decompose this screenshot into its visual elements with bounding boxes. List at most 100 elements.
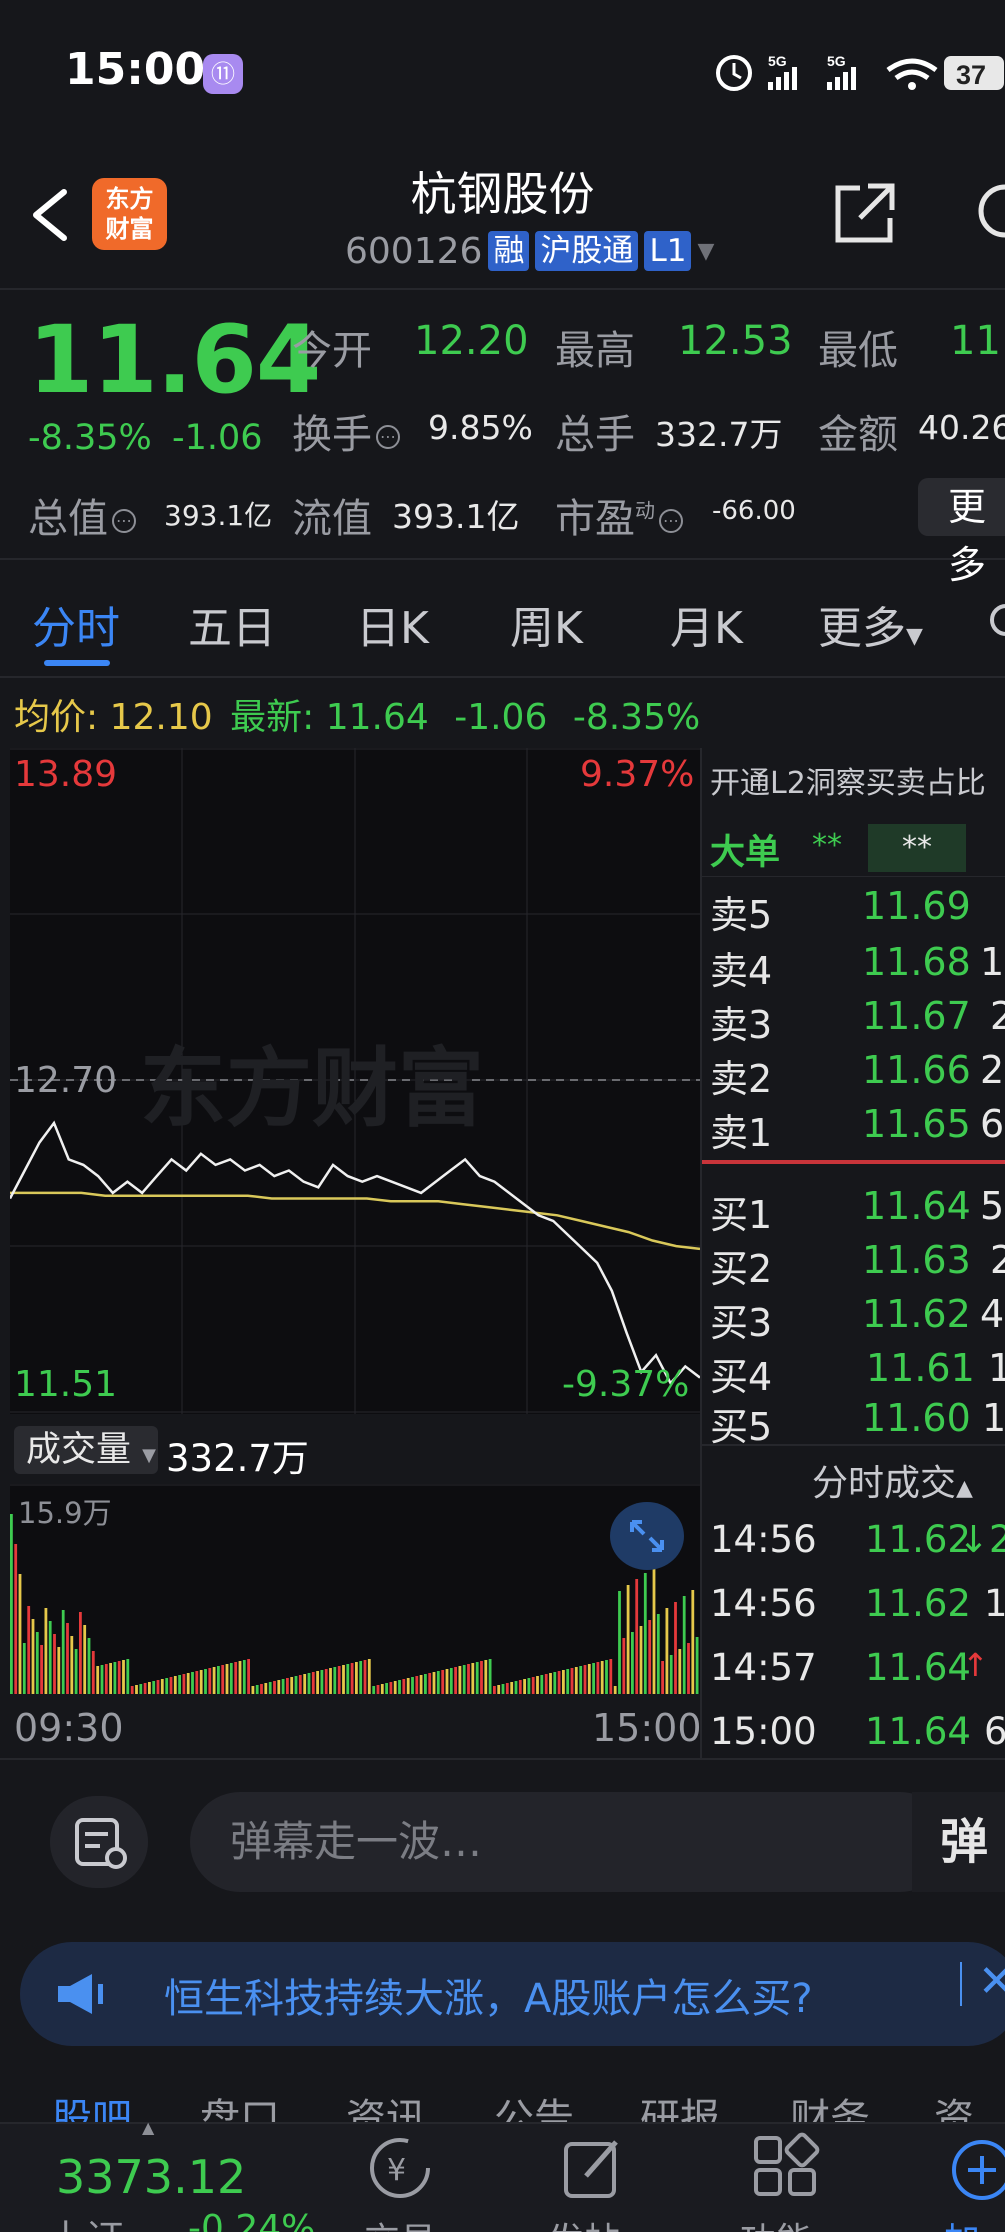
volume-bar: [596, 1662, 600, 1694]
volume-bar: [10, 1514, 13, 1694]
divider: [0, 676, 1005, 678]
volume-bar: [691, 1590, 695, 1694]
ad-text[interactable]: 恒生科技持续大涨，A股账户怎么买?: [164, 1966, 813, 2024]
volume-bar: [445, 1669, 449, 1694]
volume-bar: [35, 1632, 39, 1694]
index-percent: -0.24%: [188, 2208, 316, 2232]
volume-bar: [333, 1667, 337, 1694]
bid-4-price: 11.61: [866, 1346, 975, 1390]
volume-bar: [126, 1659, 130, 1694]
post-icon[interactable]: [556, 2132, 632, 2208]
volume-bar: [169, 1677, 173, 1694]
volume-bar: [583, 1665, 587, 1694]
volume-bar: [549, 1673, 552, 1694]
more-quote-button[interactable]: 更多: [918, 478, 1005, 587]
ask-1: 卖1: [710, 1111, 773, 1155]
nav-add-label[interactable]: 加自: [944, 2212, 1005, 2232]
index-value[interactable]: 3373.12: [56, 2150, 246, 2204]
volume-bar: [87, 1638, 91, 1694]
tab-monthly-k[interactable]: 月K: [670, 592, 743, 656]
volume-bar: [462, 1665, 466, 1694]
volume-bar: [372, 1686, 376, 1694]
volume-bar: [579, 1666, 583, 1694]
volume-bar: [540, 1675, 544, 1694]
volume-bar: [454, 1667, 457, 1694]
volume-bar: [307, 1673, 311, 1694]
tab-weekly-k[interactable]: 周K: [510, 592, 583, 656]
spread-divider: [700, 1160, 1005, 1164]
l2-promo-link[interactable]: 开通L2洞察买卖占比: [710, 758, 986, 802]
expand-icon[interactable]: [610, 1502, 684, 1570]
volume-bar: [221, 1665, 225, 1694]
trade-icon[interactable]: ¥: [362, 2132, 438, 2208]
time-start: 09:30: [14, 1706, 124, 1750]
volume-bar: [544, 1674, 548, 1694]
close-icon[interactable]: ✕: [978, 1956, 1005, 2007]
functions-icon[interactable]: [748, 2132, 824, 2208]
danmaku-input[interactable]: 弹幕走一波…: [190, 1792, 950, 1892]
ask-4-price: 11.68: [862, 940, 971, 984]
tab-more[interactable]: 更多▼: [818, 592, 923, 656]
stock-code-row[interactable]: 600126 融 沪股通 L1 ▼: [345, 228, 714, 274]
tab-underline: [44, 660, 110, 666]
volume-bar: [178, 1675, 181, 1694]
volume-bar: [294, 1676, 298, 1694]
volume-bar: [117, 1661, 121, 1694]
volume-bar: [376, 1685, 380, 1694]
latest-change: -1.06: [454, 697, 548, 738]
volume-bar: [18, 1574, 22, 1694]
volume-bar: [31, 1619, 35, 1694]
volume-bar: [96, 1666, 100, 1694]
ask-3: 卖3: [710, 1003, 773, 1047]
volume-bar: [406, 1678, 410, 1694]
volume-bar: [639, 1626, 643, 1694]
volume-bar: [402, 1679, 406, 1694]
trade-vol: ↑: [962, 1646, 989, 1684]
share-icon[interactable]: [830, 178, 900, 248]
volume-bar: [652, 1567, 656, 1694]
volume-bar: [173, 1676, 177, 1694]
add-watchlist-icon[interactable]: [944, 2132, 1005, 2208]
bid-2-price: 11.63: [862, 1238, 971, 1282]
volume-bar: [165, 1678, 169, 1694]
wifi-icon: [886, 58, 938, 73]
tab-5day[interactable]: 五日: [188, 592, 276, 656]
volume-bar: [286, 1678, 289, 1694]
volume-bar: [411, 1677, 414, 1694]
volume-bar: [536, 1676, 539, 1694]
trade-time: 14:56: [710, 1518, 817, 1561]
volume-bar: [398, 1680, 401, 1694]
danmaku-send-button[interactable]: 弹: [912, 1792, 1005, 1892]
volume-bar: [514, 1681, 518, 1694]
trades-header[interactable]: 分时成交▲: [812, 1454, 973, 1506]
trade-time: 14:57: [710, 1646, 817, 1689]
bid-3-vol: 47: [980, 1292, 1005, 1336]
volume-bar: [605, 1660, 608, 1694]
trade-vol: 1: [984, 1582, 1005, 1625]
danmaku-settings-icon[interactable]: [50, 1796, 148, 1888]
avg-price-row: 均价: 12.10 最新: 11.64 -1.06 -8.35%: [14, 688, 700, 740]
tab-intraday[interactable]: 分时: [32, 592, 120, 656]
volume-bar: [622, 1638, 626, 1694]
volume-indicator-select[interactable]: 成交量 ▼: [14, 1426, 158, 1474]
volume-bar: [355, 1662, 358, 1694]
trade-price: 11.64: [865, 1710, 971, 1753]
nav-post-label[interactable]: 发帖: [548, 2212, 620, 2232]
search-icon[interactable]: [965, 178, 1005, 248]
volume-bar: [674, 1602, 677, 1694]
nav-trade-label[interactable]: 交易: [364, 2212, 436, 2232]
volume-bar: [436, 1671, 440, 1694]
ask-4-vol: 10: [980, 940, 1005, 984]
volume-bar: [311, 1672, 315, 1694]
volume-bar: [432, 1672, 436, 1694]
settings-icon[interactable]: [980, 598, 1005, 648]
trade-time: 14:56: [710, 1582, 817, 1625]
volume-bar: [393, 1681, 397, 1694]
volume-label: 总手: [555, 412, 635, 458]
tab-daily-k[interactable]: 日K: [356, 592, 429, 656]
bid-5-vol: 1.: [982, 1396, 1005, 1440]
nav-functions-label[interactable]: 功能: [740, 2212, 812, 2232]
volume-bar: [91, 1651, 95, 1694]
volume-bar: [135, 1685, 138, 1694]
divider: [0, 288, 1005, 290]
